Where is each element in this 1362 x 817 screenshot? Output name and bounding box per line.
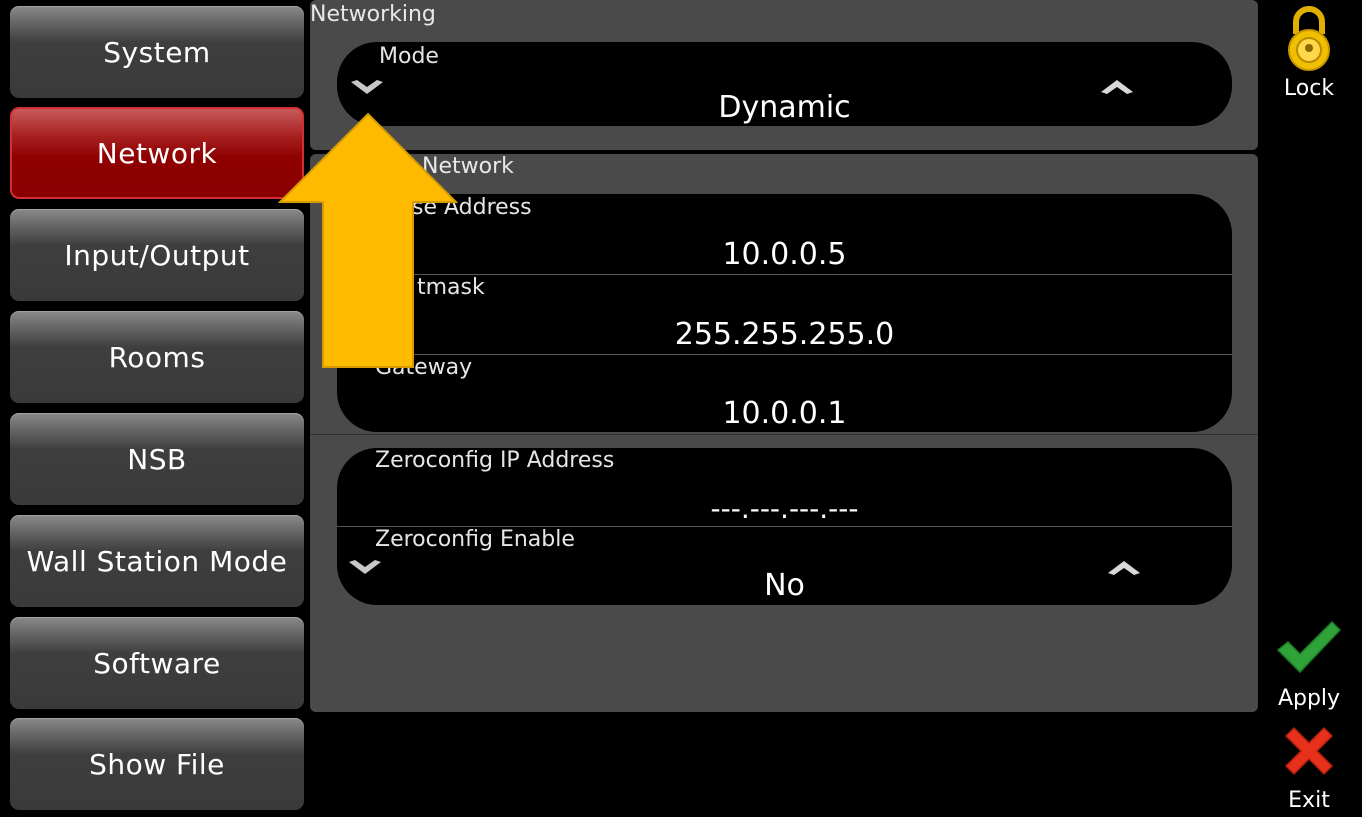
checkmark-icon	[1276, 620, 1342, 674]
sidebar-item-label: Show File	[89, 747, 225, 781]
sidebar-item-show-file[interactable]: Show File	[10, 718, 304, 810]
lock-button[interactable]: Lock	[1270, 4, 1348, 104]
apply-label: Apply	[1277, 686, 1341, 711]
lock-icon	[1288, 6, 1330, 71]
chevron-up-icon[interactable]	[1104, 555, 1144, 579]
gateway-field[interactable]: Gateway 10.0.0.1	[337, 354, 1232, 432]
sidebar-item-software[interactable]: Software	[10, 617, 304, 709]
address-field[interactable]: se Address 10.0.0.5	[337, 194, 1232, 274]
mode-selector[interactable]: Mode Dynamic	[337, 42, 1232, 126]
divider	[310, 434, 1258, 435]
zeroconfig-enable-label: Zeroconfig Enable	[375, 527, 575, 552]
network-fields: se Address 10.0.0.5 tmask 255.255.255.0 …	[337, 194, 1232, 432]
sidebar-item-label: Rooms	[108, 340, 206, 374]
netmask-field[interactable]: tmask 255.255.255.0	[337, 274, 1232, 354]
sidebar-item-nsb[interactable]: NSB	[10, 413, 304, 505]
sidebar-item-label: System	[103, 35, 211, 69]
exit-label: Exit	[1288, 788, 1330, 813]
panel-title: Networking	[310, 2, 436, 27]
zeroconfig-enable-selector[interactable]: Zeroconfig Enable No	[337, 526, 1232, 605]
lock-label: Lock	[1283, 76, 1335, 101]
sidebar-item-network[interactable]: Network	[10, 107, 304, 199]
sidebar-item-system[interactable]: System	[10, 6, 304, 98]
exit-button[interactable]: Exit	[1270, 722, 1348, 816]
zeroconfig-ip-label: Zeroconfig IP Address	[375, 448, 615, 473]
zeroconfig-enable-value: No	[764, 568, 805, 603]
sidebar-item-label: Network	[96, 136, 218, 170]
arrow-up-icon	[278, 112, 458, 368]
apply-button[interactable]: Apply	[1270, 618, 1348, 716]
sidebar-item-input-output[interactable]: Input/Output	[10, 209, 304, 301]
gateway-value: 10.0.0.1	[722, 396, 847, 431]
sidebar-item-label: Input/Output	[64, 238, 250, 272]
netmask-value: 255.255.255.0	[674, 317, 895, 352]
zeroconfig-ip-value: ---.---.---.---	[710, 492, 859, 525]
address-value: 10.0.0.5	[722, 237, 847, 272]
chevron-up-icon[interactable]	[1097, 74, 1137, 98]
sidebar-item-label: Software	[93, 646, 221, 680]
sidebar-item-label: Wall Station Mode	[26, 544, 288, 578]
sidebar-item-rooms[interactable]: Rooms	[10, 311, 304, 403]
zeroconfig-ip-field: Zeroconfig IP Address ---.---.---.---	[337, 448, 1232, 526]
close-icon	[1284, 726, 1334, 776]
mode-label: Mode	[379, 44, 439, 69]
sidebar-item-wall-station-mode[interactable]: Wall Station Mode	[10, 515, 304, 607]
sidebar-item-label: NSB	[127, 442, 187, 476]
zeroconfig-fields: Zeroconfig IP Address ---.---.---.--- Ze…	[337, 448, 1232, 605]
